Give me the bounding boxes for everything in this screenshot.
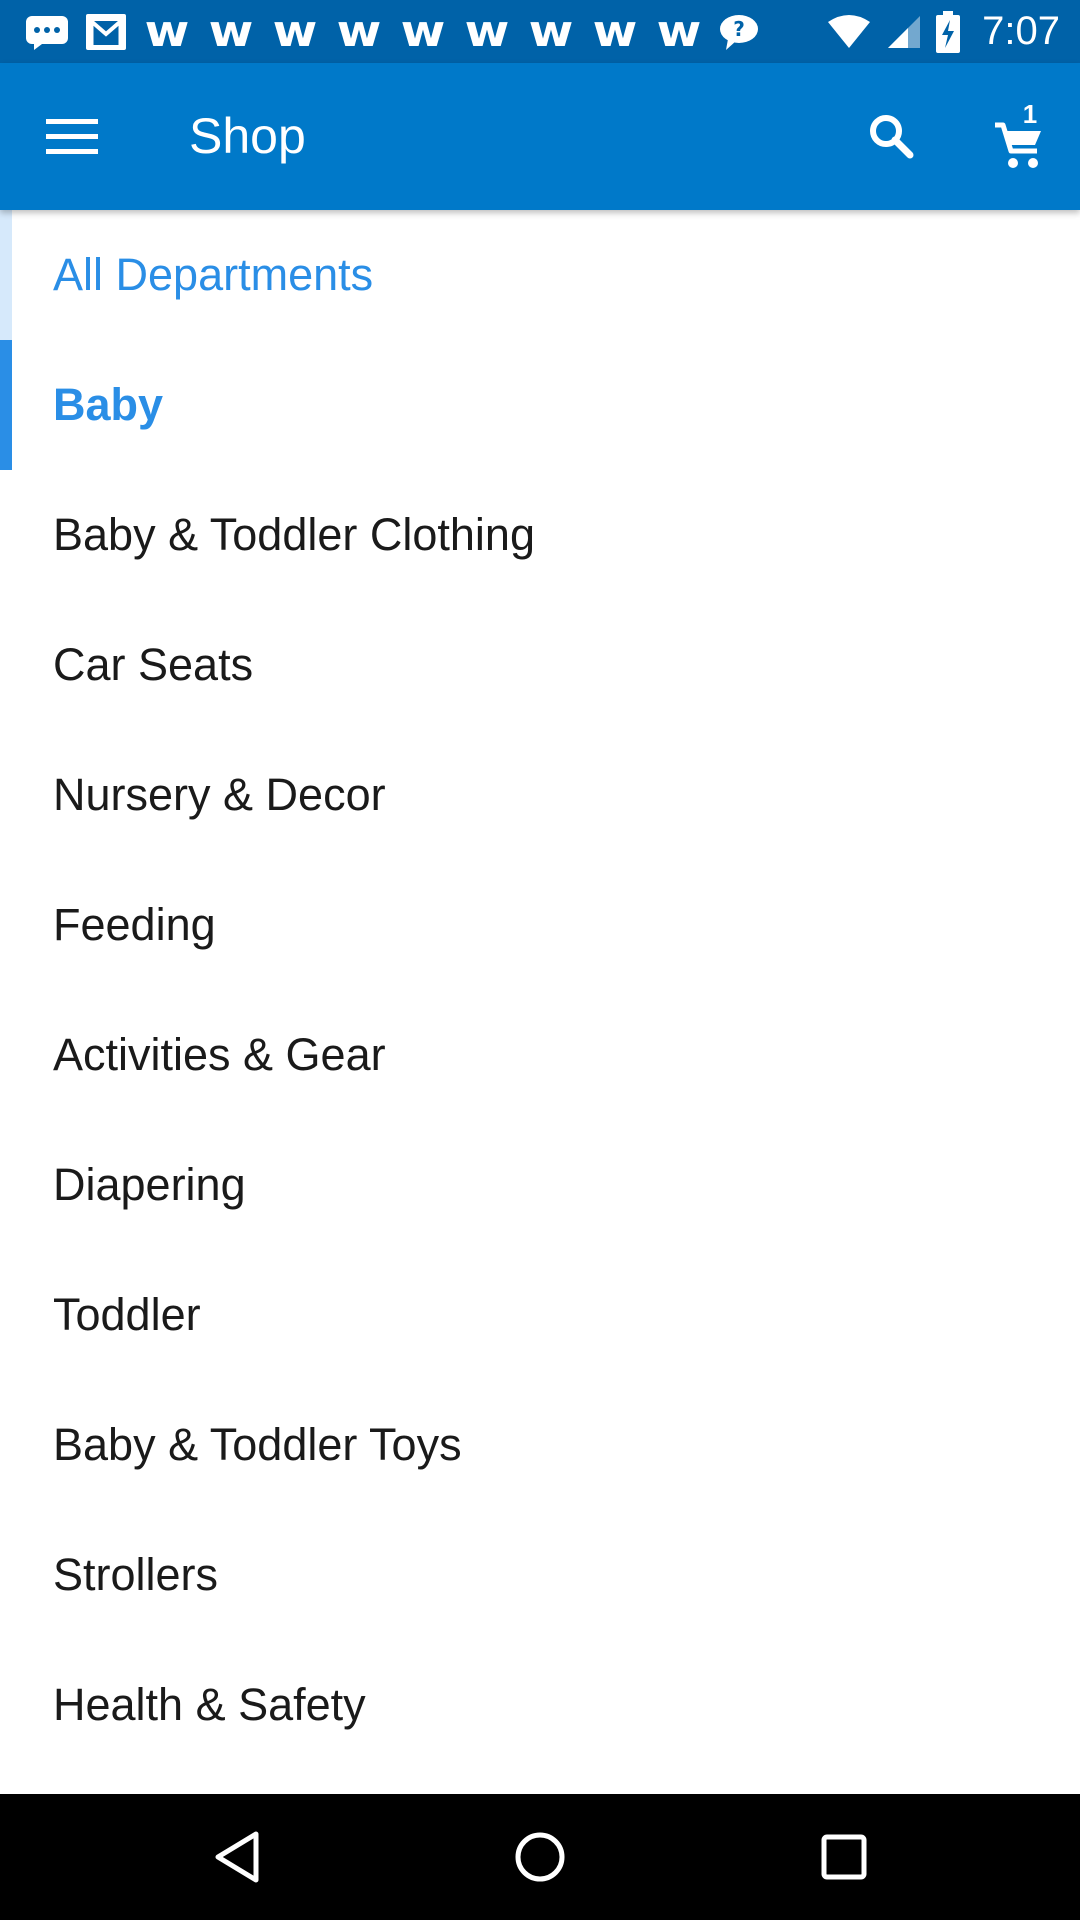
walmart-icon: w	[272, 5, 318, 57]
recents-button[interactable]	[809, 1822, 879, 1892]
cart-button[interactable]: 1	[985, 99, 1065, 179]
menu-button[interactable]	[40, 105, 104, 169]
walmart-icon: w	[592, 5, 638, 57]
department-item[interactable]: Diapering	[0, 1120, 1080, 1250]
svg-text:?: ?	[733, 17, 745, 41]
search-icon	[870, 115, 914, 159]
walmart-icon: w	[528, 5, 574, 57]
walmart-icon: w	[464, 5, 510, 57]
department-item[interactable]: Health & Safety	[0, 1640, 1080, 1770]
chat-bubble-icon: ?	[718, 10, 760, 54]
department-item[interactable]: Feeding	[0, 860, 1080, 990]
shopping-cart-icon	[995, 122, 1041, 168]
walmart-icon: w	[144, 5, 190, 57]
gmail-icon	[84, 10, 128, 54]
department-item[interactable]: Activities & Gear	[0, 990, 1080, 1120]
battery-charging-icon	[936, 10, 961, 54]
walmart-icon: w	[400, 5, 446, 57]
department-item[interactable]: Nursery & Decor	[0, 730, 1080, 860]
department-list: All Departments Baby Baby & Toddler Clot…	[0, 210, 1080, 1794]
notification-icons: w w w w w w w w w ?	[24, 5, 826, 57]
home-icon	[515, 1832, 565, 1882]
system-status-icons: 7:07	[826, 9, 1060, 54]
department-item[interactable]: Baby & Toddler Toys	[0, 1380, 1080, 1510]
navigation-bar	[0, 1794, 1080, 1920]
recents-icon	[821, 1834, 867, 1880]
hamburger-menu-icon	[46, 119, 98, 154]
department-item[interactable]: Baby & Toddler Clothing	[0, 470, 1080, 600]
home-button[interactable]	[505, 1822, 575, 1892]
department-item[interactable]: Toddler	[0, 1250, 1080, 1380]
back-icon	[215, 1831, 259, 1883]
search-button[interactable]	[858, 103, 924, 169]
department-item[interactable]: Strollers	[0, 1510, 1080, 1640]
walmart-icon: w	[336, 5, 382, 57]
message-icon	[24, 10, 70, 54]
wifi-icon	[826, 10, 872, 54]
page-title: Shop	[189, 108, 306, 164]
status-time: 7:07	[982, 9, 1060, 53]
department-item-selected[interactable]: Baby	[0, 340, 1080, 470]
walmart-icon: w	[656, 5, 702, 57]
walmart-icon: w	[208, 5, 254, 57]
department-item[interactable]: Car Seats	[0, 600, 1080, 730]
cell-signal-icon	[886, 10, 922, 54]
app-bar: Shop 1	[0, 63, 1080, 210]
status-bar: w w w w w w w w w ? 7:07	[0, 0, 1080, 63]
all-departments-item[interactable]: All Departments	[0, 210, 1080, 340]
back-button[interactable]	[202, 1822, 272, 1892]
